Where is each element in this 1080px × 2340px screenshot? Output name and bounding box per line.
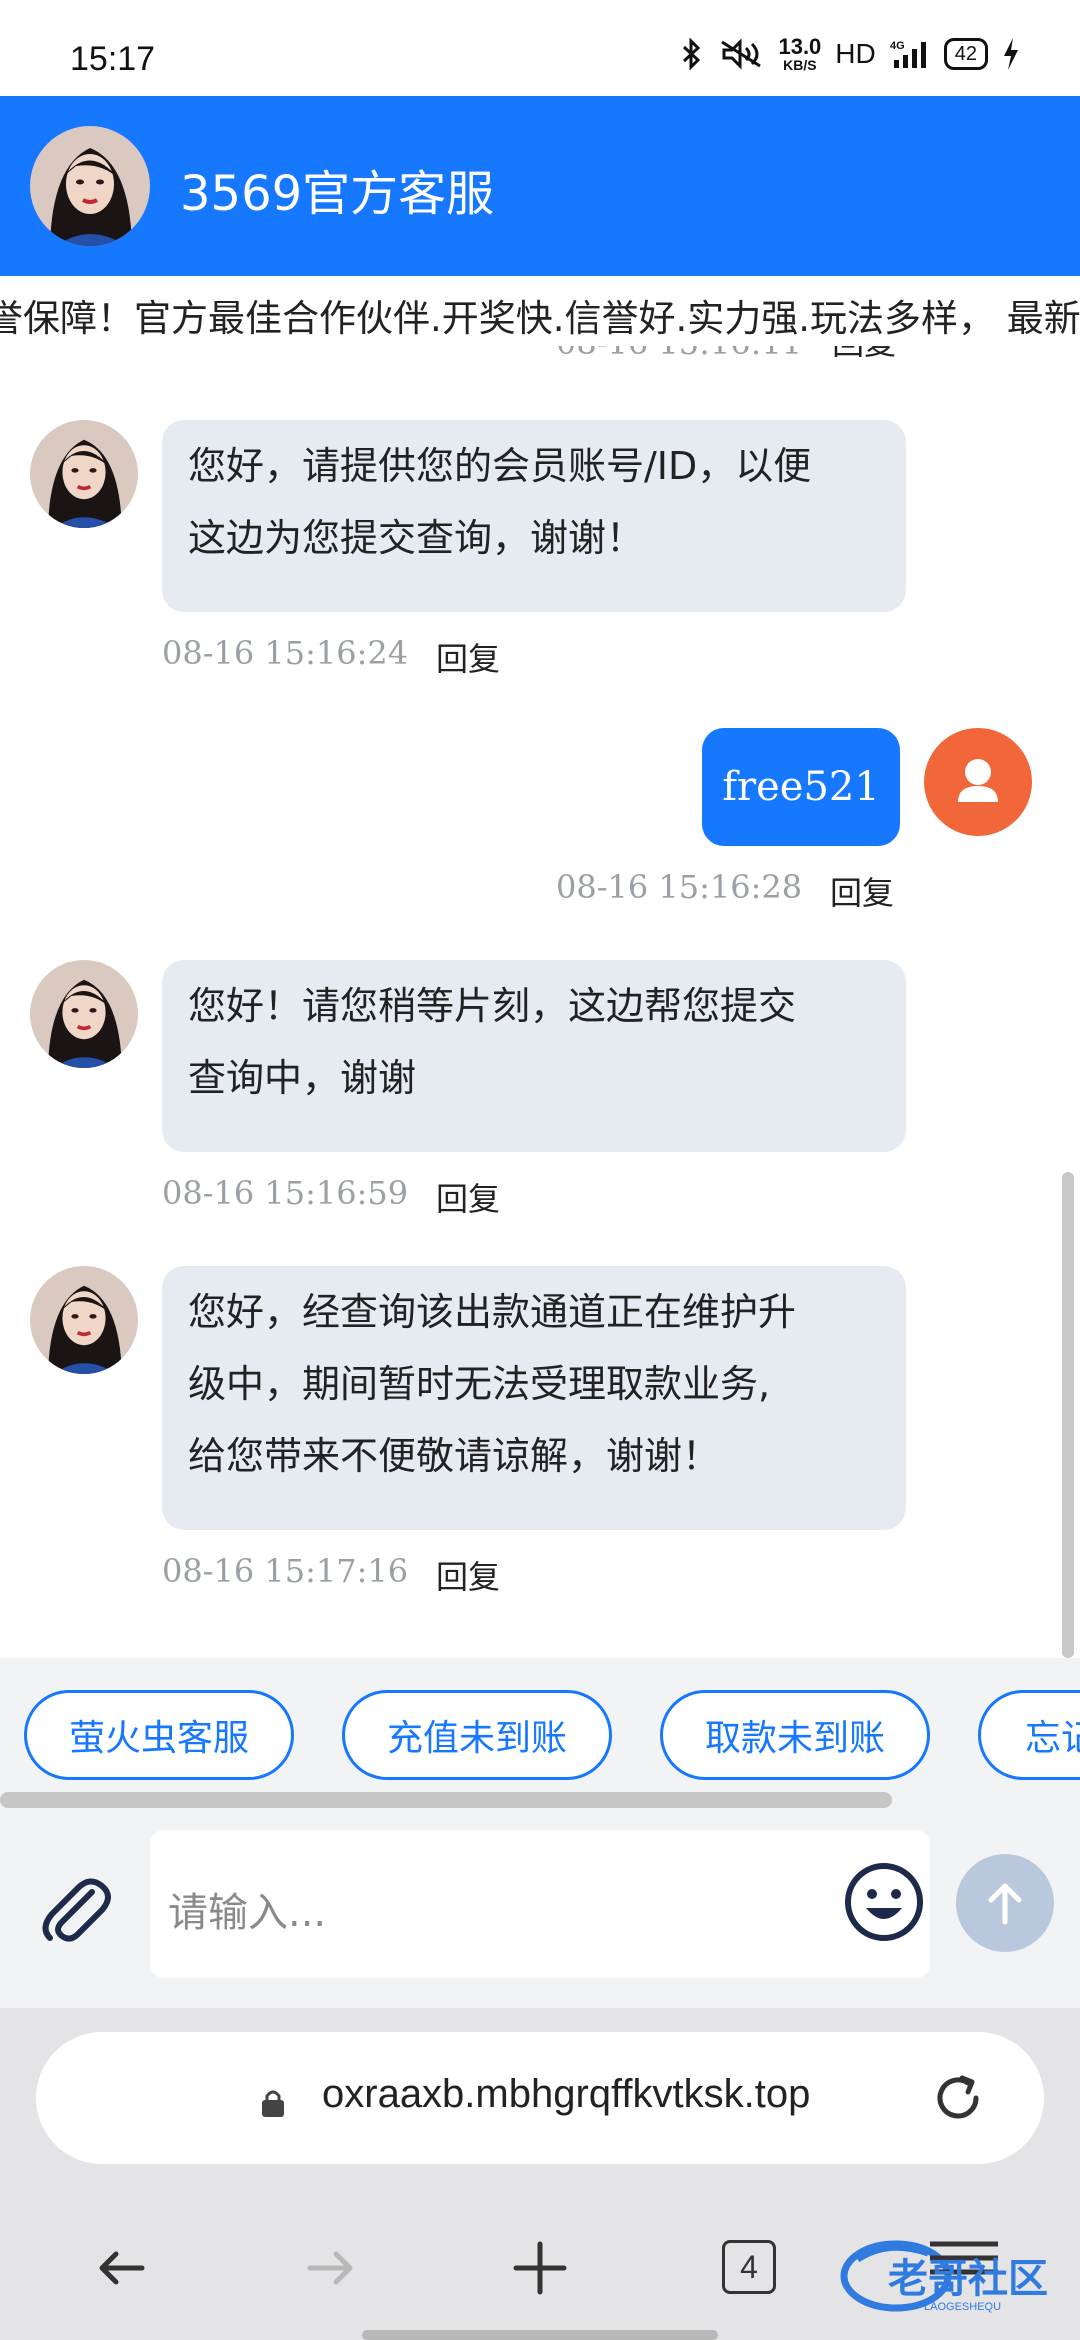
mute-icon <box>721 38 762 70</box>
send-icon <box>988 1883 1022 1925</box>
incoming-message-bubble[interactable]: 您好！请您稍等片刻，这边帮您提交 查询中，谢谢 <box>162 960 906 1152</box>
new-tab-icon[interactable] <box>508 2236 572 2300</box>
agent-avatar[interactable] <box>30 960 138 1068</box>
message-line: 级中，期间暂时无法受理取款业务, <box>188 1362 771 1406</box>
incoming-message-bubble[interactable]: 您好，经查询该出款通道正在维护升 级中，期间暂时无法受理取款业务, 给您带来不便… <box>162 1266 906 1530</box>
svg-text:4G: 4G <box>890 40 905 52</box>
emoji-icon[interactable] <box>842 1860 926 1944</box>
quick-reply-chip[interactable]: 萤火虫客服 <box>24 1690 294 1780</box>
battery-icon: 42 <box>943 38 988 70</box>
lock-icon <box>262 2090 284 2117</box>
chat-header: 3569官方客服 <box>0 96 1080 276</box>
agent-avatar[interactable] <box>30 420 138 528</box>
attach-icon[interactable] <box>34 1870 114 1950</box>
bluetooth-icon <box>683 38 701 70</box>
quick-reply-bar[interactable]: 萤火虫客服 充值未到账 取款未到账 忘记 <box>0 1658 1080 1788</box>
composer: 请输入... <box>0 1814 1080 2008</box>
agent-avatar[interactable] <box>30 126 150 246</box>
agent-avatar[interactable] <box>30 1266 138 1374</box>
chat-title: 3569官方客服 <box>180 166 495 222</box>
status-time: 15:17 <box>70 40 156 78</box>
message-line: 给您带来不便敬请谅解，谢谢！ <box>188 1434 721 1478</box>
message-timestamp: 08-16 15:16:11 <box>556 346 802 362</box>
message-text: free521 <box>722 764 880 810</box>
watermark-logo: 老哥社区 LAOGESHEQU <box>838 2230 1068 2316</box>
message-timestamp: 08-16 15:17:16 <box>162 1552 409 1590</box>
message-line: 您好，经查询该出款通道正在维护升 <box>188 1290 797 1334</box>
signal-icon: 4G <box>890 40 926 68</box>
reload-icon[interactable] <box>928 2068 988 2128</box>
back-icon[interactable] <box>90 2236 154 2300</box>
browser-toolbar: oxraaxb.mbhgrqffkvtksk.top 4 老哥社区 LAOGES… <box>0 2008 1080 2340</box>
outgoing-message-bubble[interactable]: free521 <box>702 728 900 846</box>
message-line: 您好，请提供您的会员账号/ID，以便 <box>188 444 812 488</box>
message-timestamp: 08-16 15:16:28 <box>556 868 803 906</box>
incoming-message-bubble[interactable]: 您好，请提供您的会员账号/ID，以便 这边为您提交查询，谢谢！ <box>162 420 906 612</box>
user-avatar[interactable] <box>924 728 1032 836</box>
message-line: 您好！请您稍等片刻，这边帮您提交 <box>188 984 797 1028</box>
quick-reply-chip[interactable]: 取款未到账 <box>660 1690 930 1780</box>
message-input[interactable]: 请输入... <box>150 1830 930 1978</box>
forward-icon[interactable] <box>298 2236 362 2300</box>
announcement-text: 誉保障！官方最佳合作伙伴.开奖快.信誉好.实力强.玩法多样， 最新 <box>0 297 1080 340</box>
reply-link[interactable]: 回复 <box>436 634 500 680</box>
address-bar[interactable]: oxraaxb.mbhgrqffkvtksk.top <box>36 2032 1044 2164</box>
net-speed-unit: KB/S <box>783 57 817 73</box>
reply-link[interactable]: 回复 <box>830 868 894 914</box>
reply-link[interactable]: 回复 <box>832 346 896 362</box>
message-input-placeholder: 请输入... <box>168 1890 327 1936</box>
quick-reply-chip[interactable]: 忘记 <box>978 1690 1080 1780</box>
tab-count-button[interactable]: 4 <box>722 2240 776 2294</box>
status-icons: 13.0 KB/S HD 4G 42 <box>680 36 1020 72</box>
user-icon <box>958 759 998 802</box>
quick-reply-scrollbar <box>0 1788 1080 1814</box>
hd-label: HD <box>835 38 876 69</box>
quick-reply-chip[interactable]: 充值未到账 <box>342 1690 612 1780</box>
chat-messages[interactable]: 08-16 15:16:11 回复 您好，请提供您的会员账号/ID，以便 这边为您… <box>0 346 1080 1658</box>
announcement-marquee: 誉保障！官方最佳合作伙伴.开奖快.信誉好.实力强.玩法多样， 最新 <box>0 276 1080 346</box>
charging-icon <box>1004 38 1018 70</box>
reply-link[interactable]: 回复 <box>436 1552 500 1598</box>
message-timestamp: 08-16 15:16:24 <box>162 634 409 672</box>
reply-link[interactable]: 回复 <box>436 1174 500 1220</box>
net-speed-value: 13.0 <box>778 34 822 59</box>
send-button[interactable] <box>956 1854 1054 1952</box>
partial-message-meta: 08-16 15:16:11 回复 <box>556 346 896 364</box>
url-text: oxraaxb.mbhgrqffkvtksk.top <box>322 2072 811 2116</box>
svg-text:老哥社区: 老哥社区 <box>888 2256 1048 2302</box>
svg-text:LAOGESHEQU: LAOGESHEQU <box>924 2301 1001 2313</box>
scrollbar-thumb[interactable] <box>0 1792 892 1808</box>
message-timestamp: 08-16 15:16:59 <box>162 1174 409 1212</box>
chat-scrollbar[interactable] <box>1062 1172 1074 1658</box>
home-indicator[interactable] <box>362 2330 718 2340</box>
message-line: 查询中，谢谢 <box>188 1056 417 1100</box>
net-speed: 13.0 KB/S <box>778 34 822 73</box>
message-line: 这边为您提交查询，谢谢！ <box>188 516 645 560</box>
status-bar: 15:17 13.0 KB/S HD 4G 42 <box>0 0 1080 96</box>
